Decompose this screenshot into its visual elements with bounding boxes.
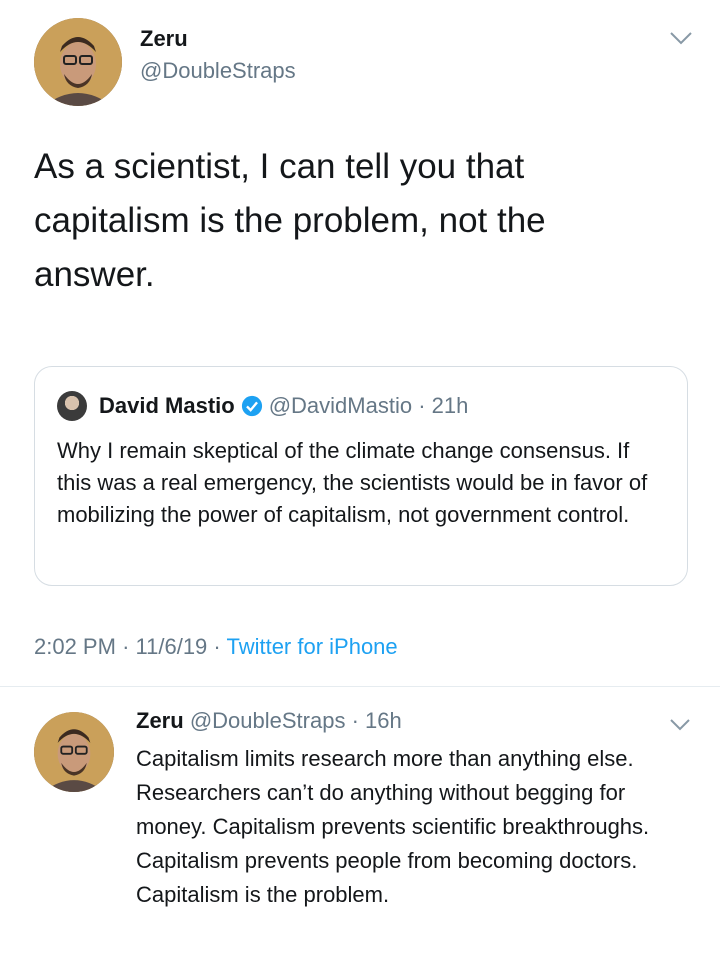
quoted-tweet-card[interactable]: David Mastio @DavidMastio · 21h Why I rem… [34,366,688,586]
profile-photo [34,712,114,792]
reply-timestamp[interactable]: 16h [365,708,402,733]
quoted-timestamp: 21h [431,393,469,418]
chevron-down-icon[interactable] [669,718,691,732]
tweet-text: As a scientist, I can tell you that capi… [34,147,546,294]
profile-photo [34,18,122,106]
chevron-down-icon[interactable] [669,30,693,46]
quoted-user-handle: @DavidMastio [268,393,413,418]
reply-user-avatar[interactable] [34,712,114,792]
reply-display-name[interactable]: Zeru [136,708,184,733]
display-name[interactable]: Zeru [140,26,188,52]
divider [0,686,720,687]
user-handle[interactable]: @DoubleStraps [140,58,296,84]
tweet-metadata: 2:02 PM · 11/6/19 · Twitter for iPhone [34,634,398,660]
quoted-user-avatar [57,391,87,421]
quoted-tweet-header: David Mastio @DavidMastio · 21h [99,393,468,419]
reply-header: Zeru @DoubleStraps · 16h [136,708,402,734]
separator-dot: · [122,634,130,659]
tweet-date: 11/6/19 [135,634,208,659]
reply-tweet-text: Capitalism limits research more than any… [136,746,650,907]
user-avatar[interactable] [34,18,122,106]
tweet-source-link[interactable]: Twitter for iPhone [226,634,397,659]
reply-user-handle[interactable]: @DoubleStraps [190,708,346,733]
quoted-tweet-text: Why I remain skeptical of the climate ch… [57,438,648,527]
tweet-time: 2:02 PM [34,634,116,659]
quoted-display-name: David Mastio [99,393,235,418]
separator-dot: · [418,393,426,418]
separator-dot: · [213,634,221,659]
separator-dot: · [351,708,359,733]
verified-badge-icon [241,395,262,417]
